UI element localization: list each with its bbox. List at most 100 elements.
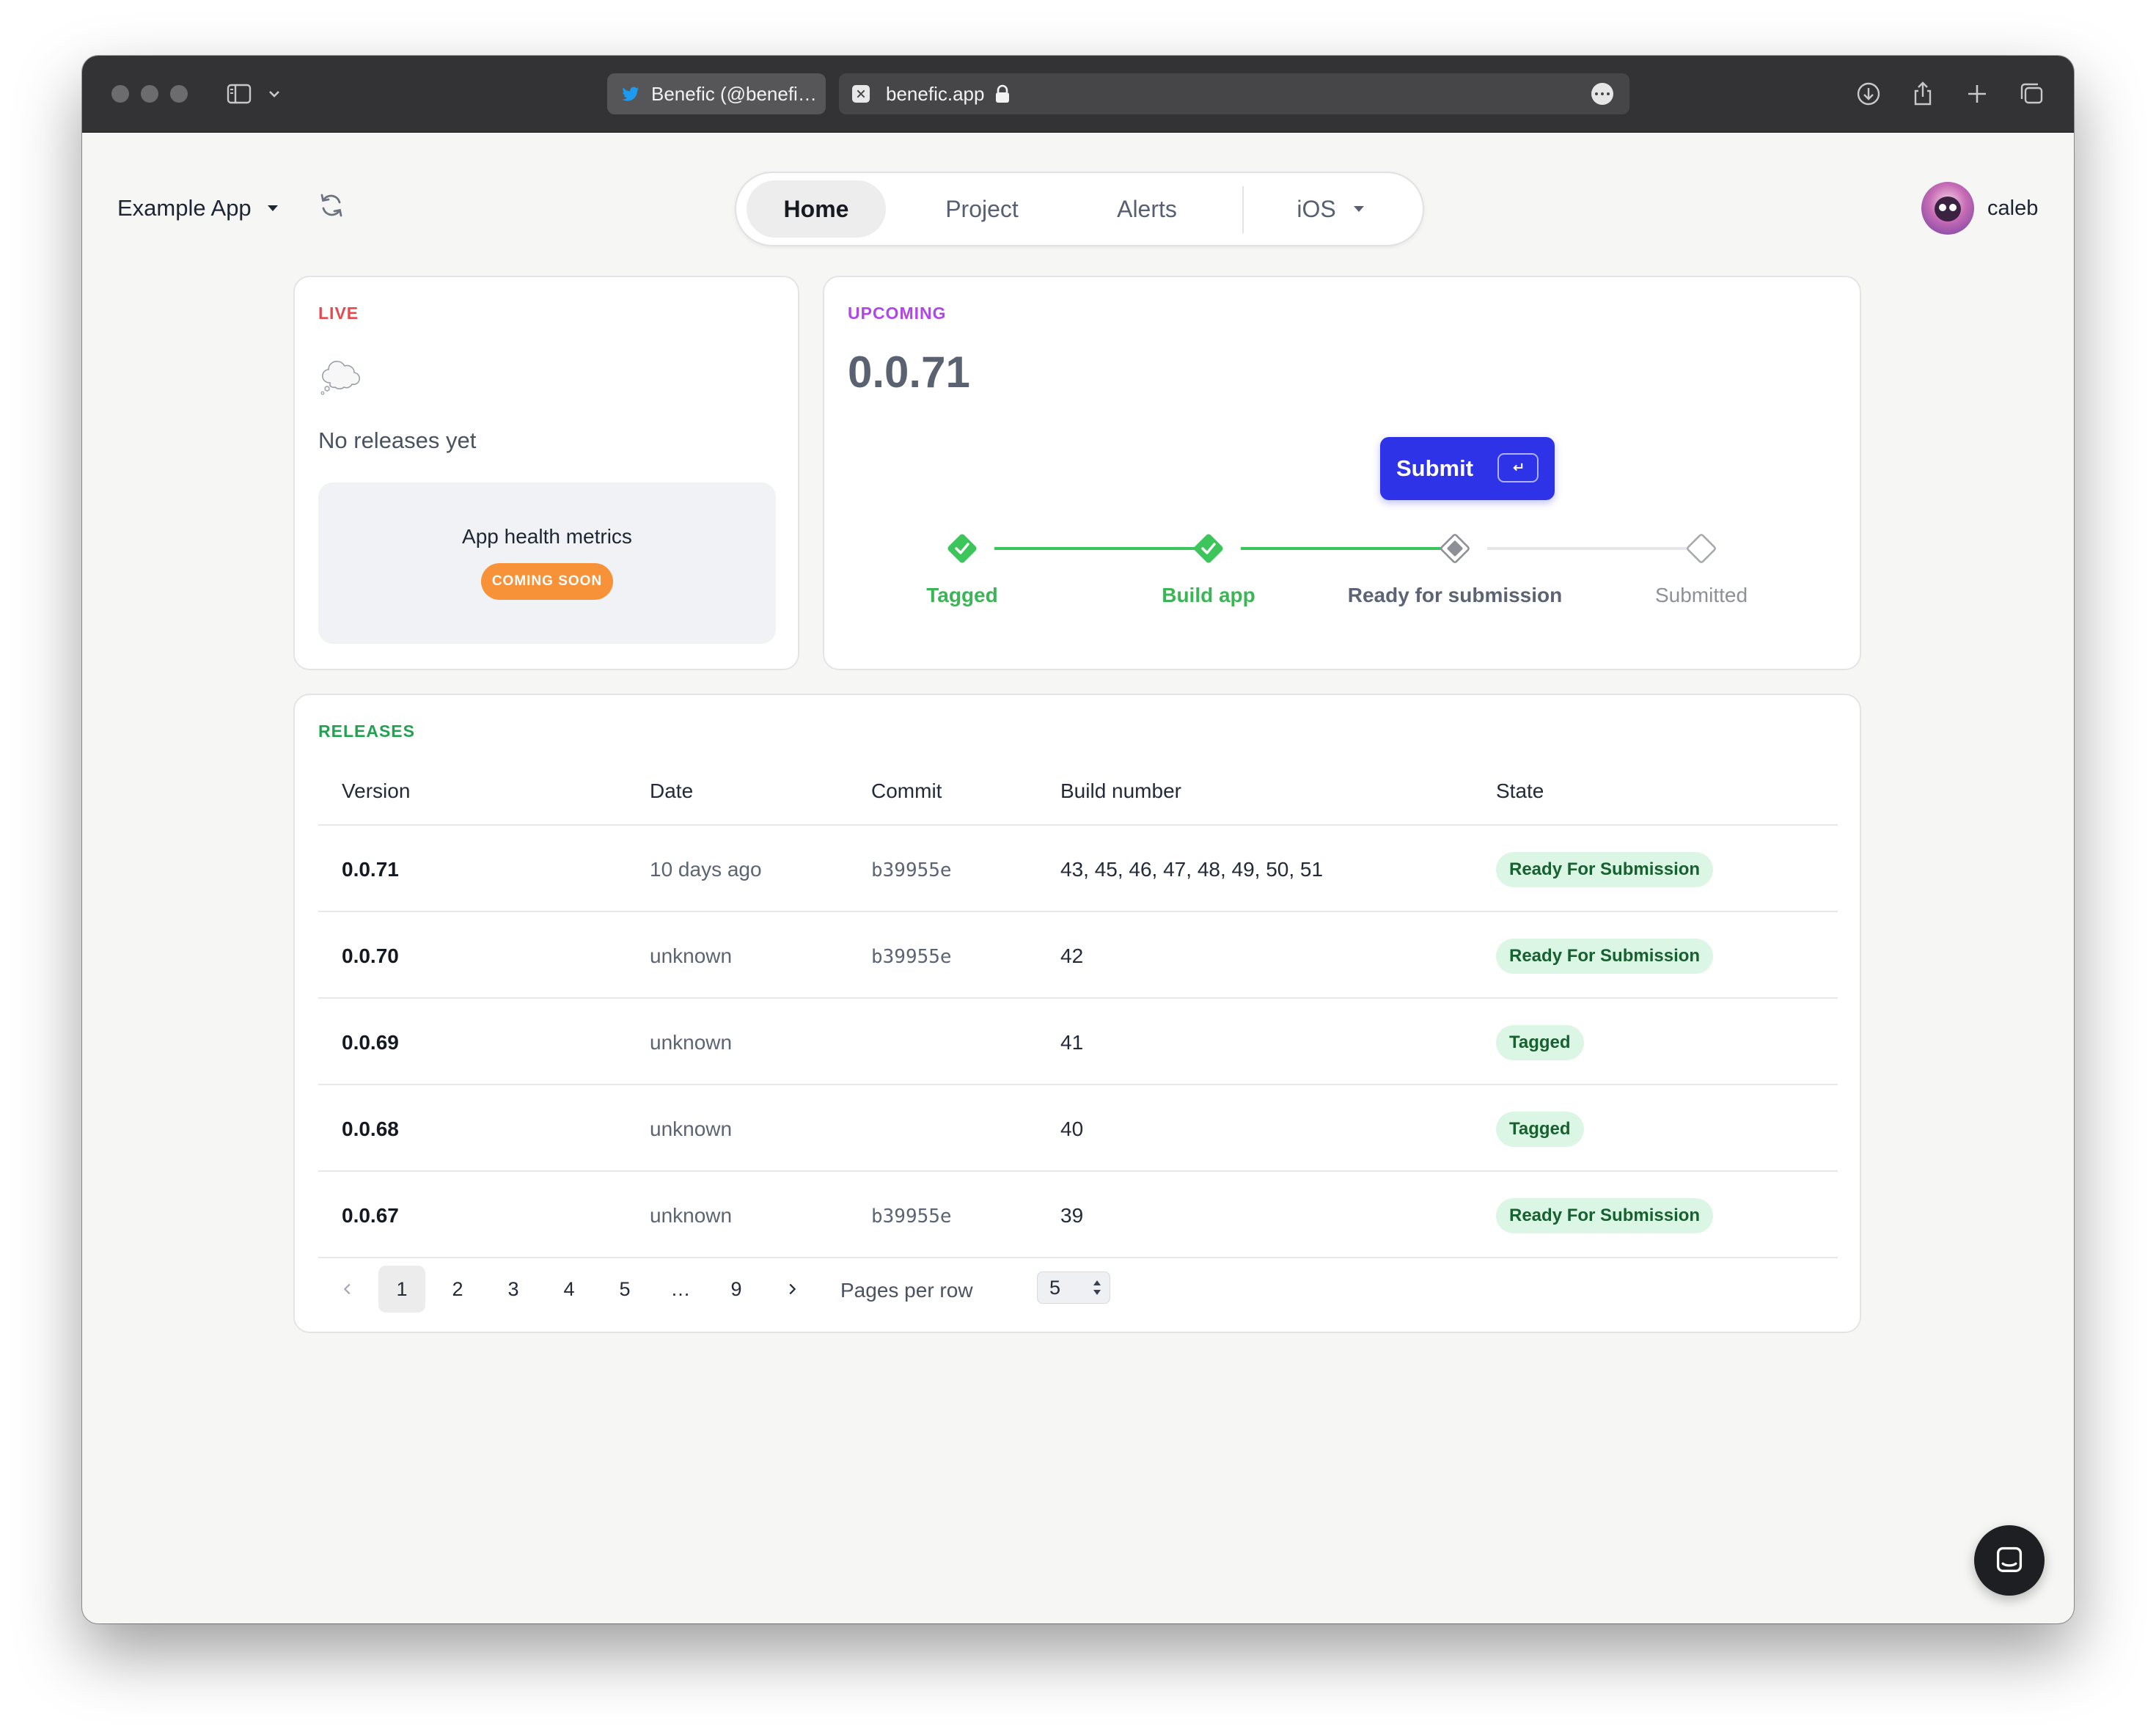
release-commit[interactable]: b39955e	[871, 1206, 952, 1228]
status-badge: Ready For Submission	[1496, 852, 1714, 887]
new-tab-icon[interactable]	[1961, 78, 1993, 110]
step-label: Submitted	[1654, 584, 1748, 606]
release-builds: 40	[1060, 1118, 1084, 1140]
coming-soon-badge: COMING SOON	[481, 563, 613, 600]
release-builds: 39	[1060, 1204, 1084, 1227]
page-button[interactable]: 5	[601, 1266, 648, 1313]
table-divider	[318, 997, 1838, 999]
status-badge: Tagged	[1496, 1025, 1584, 1060]
page-button[interactable]: 3	[490, 1266, 537, 1313]
cloud-icon	[320, 361, 360, 395]
avatar	[1921, 182, 1974, 235]
release-version[interactable]: 0.0.68	[342, 1118, 399, 1141]
sidebar-toggle-icon[interactable]	[223, 78, 255, 110]
page-button[interactable]: 9	[713, 1266, 760, 1313]
per-page-select[interactable]: 5	[1037, 1272, 1110, 1304]
step-done-icon	[947, 534, 977, 563]
step-label: Ready for submission	[1347, 584, 1563, 606]
per-page-value: 5	[1049, 1276, 1061, 1299]
lock-icon	[996, 84, 1010, 103]
step-connector-done	[994, 547, 1197, 550]
table-divider	[318, 911, 1838, 912]
release-version[interactable]: 0.0.71	[342, 858, 399, 881]
step-pending-icon	[1687, 534, 1716, 563]
status-badge: Ready For Submission	[1496, 1198, 1714, 1233]
refresh-icon[interactable]	[317, 191, 346, 220]
nav-alerts[interactable]: Alerts	[1081, 180, 1213, 238]
page-ellipsis: …	[670, 1277, 691, 1300]
address-text: benefic.app	[886, 82, 985, 105]
column-header-build-number: Build number	[1060, 779, 1181, 802]
tab-overview-icon[interactable]	[2015, 78, 2047, 110]
page-button[interactable]: 2	[434, 1266, 481, 1313]
benefic-logo-icon	[852, 85, 870, 103]
nav-project[interactable]: Project	[912, 180, 1052, 238]
per-page-label: Pages per row	[840, 1279, 973, 1302]
release-version[interactable]: 0.0.70	[342, 944, 399, 968]
upcoming-version: 0.0.71	[848, 348, 970, 397]
browser-window: Benefic (@benefi… benefic.app Example Ap…	[82, 56, 2074, 1623]
step-connector-pending	[1487, 547, 1690, 550]
release-builds: 42	[1060, 944, 1084, 967]
table-divider	[318, 1257, 1838, 1258]
page-button[interactable]: 4	[546, 1266, 593, 1313]
nav-platform-select[interactable]: iOS	[1264, 180, 1396, 238]
chat-icon	[1996, 1546, 2023, 1572]
chevron-down-icon[interactable]	[258, 78, 290, 110]
table-divider	[318, 824, 1838, 826]
releases-label: RELEASES	[318, 722, 415, 741]
downloads-icon[interactable]	[1852, 78, 1885, 110]
column-header-commit: Commit	[871, 779, 942, 802]
app-selector[interactable]: Example App	[117, 195, 278, 221]
table-divider	[318, 1170, 1838, 1172]
release-date: unknown	[650, 944, 733, 967]
release-date: 10 days ago	[650, 858, 762, 881]
step-label: Build app	[1162, 584, 1255, 606]
enter-key-icon	[1497, 453, 1539, 482]
status-badge: Ready For Submission	[1496, 939, 1714, 974]
step-label: Tagged	[926, 584, 998, 606]
column-header-state: State	[1496, 779, 1544, 802]
release-builds: 41	[1060, 1031, 1084, 1054]
step-connector-done	[1241, 547, 1443, 550]
share-icon[interactable]	[1907, 78, 1939, 110]
chevron-right-icon	[789, 1283, 796, 1295]
browser-address-bar[interactable]: benefic.app	[839, 73, 1629, 114]
upcoming-card: UPCOMING 0.0.71 Submit Tagged Build app …	[823, 276, 1861, 670]
release-commit[interactable]: b39955e	[871, 946, 952, 968]
caret-down-icon	[1353, 206, 1364, 212]
more-options-icon[interactable]	[1591, 83, 1613, 105]
health-metrics-panel: App health metrics COMING SOON	[318, 482, 776, 644]
submit-label: Submit	[1396, 455, 1474, 481]
release-date: unknown	[650, 1031, 733, 1054]
close-window-button[interactable]	[111, 85, 129, 103]
zoom-window-button[interactable]	[170, 85, 188, 103]
nav-divider	[1242, 186, 1244, 233]
next-page-button[interactable]	[769, 1266, 815, 1313]
chat-launcher-button[interactable]	[1974, 1525, 2045, 1596]
step-current-icon	[1440, 534, 1470, 563]
submit-button[interactable]: Submit	[1380, 437, 1555, 500]
release-date: unknown	[650, 1204, 733, 1227]
chevron-left-icon	[343, 1283, 351, 1295]
prev-page-button[interactable]	[324, 1266, 371, 1313]
release-version[interactable]: 0.0.69	[342, 1031, 399, 1054]
user-menu[interactable]: caleb	[1921, 182, 2038, 235]
release-commit[interactable]: b39955e	[871, 859, 952, 881]
live-label: LIVE	[318, 304, 359, 323]
main-nav: Home Project Alerts iOS	[735, 172, 1424, 246]
minimize-window-button[interactable]	[141, 85, 158, 103]
app-name: Example App	[117, 195, 252, 221]
column-header-version: Version	[342, 779, 411, 802]
nav-home[interactable]: Home	[747, 180, 886, 238]
health-metrics-title: App health metrics	[462, 525, 632, 548]
release-version[interactable]: 0.0.67	[342, 1204, 399, 1228]
table-divider	[318, 1084, 1838, 1085]
upcoming-label: UPCOMING	[848, 304, 947, 323]
empty-state-text: No releases yet	[318, 428, 477, 453]
browser-tab[interactable]: Benefic (@benefi…	[607, 73, 826, 114]
live-card: LIVE No releases yet App health metrics …	[293, 276, 799, 670]
page-button[interactable]: 1	[378, 1266, 425, 1313]
select-arrows-icon	[1093, 1280, 1101, 1295]
step-done-icon	[1194, 534, 1223, 563]
